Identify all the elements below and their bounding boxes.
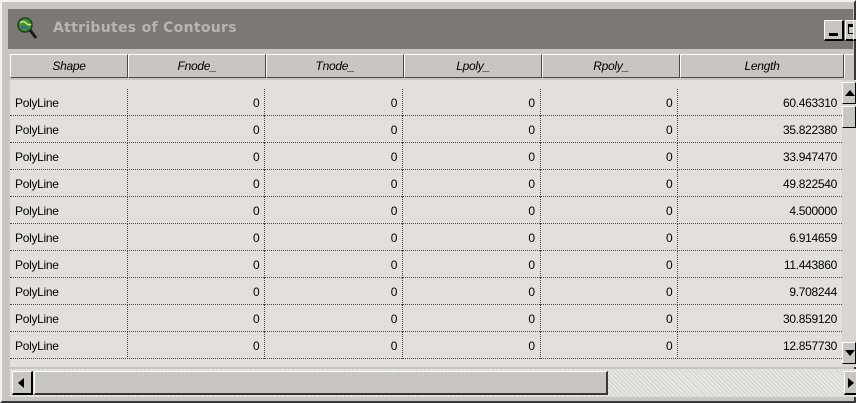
table-cell[interactable]: 0 xyxy=(403,278,541,305)
table-cell[interactable]: 0 xyxy=(541,116,679,143)
table-cell[interactable]: 0 xyxy=(265,89,404,116)
table-cell[interactable]: 0 xyxy=(265,197,404,224)
table-cell[interactable]: 0 xyxy=(128,143,266,170)
column-header[interactable]: Rpoly_ xyxy=(542,54,680,78)
column-header[interactable]: Fnode_ xyxy=(128,54,266,78)
table-cell[interactable]: 0 xyxy=(128,89,266,116)
table-cell[interactable]: 33.947470 xyxy=(678,143,842,170)
column-header[interactable]: Lpoly_ xyxy=(404,54,542,78)
table-cell[interactable]: 0 xyxy=(265,224,404,251)
table-row[interactable]: PolyLine 0 0 0 0 4.500000 xyxy=(10,197,842,224)
arrow-down-icon xyxy=(845,350,855,356)
table-cell[interactable]: 60.463310 xyxy=(678,89,842,116)
table-row[interactable]: PolyLine 0 0 0 0 11.443860 xyxy=(10,251,842,278)
arrow-up-icon xyxy=(845,90,855,96)
vertical-scroll-thumb[interactable] xyxy=(842,106,856,128)
table-cell[interactable]: 4.500000 xyxy=(678,197,842,224)
table-cell[interactable]: PolyLine xyxy=(10,197,128,224)
column-header-row: Shape Fnode_ Tnode_ Lpoly_ Rpoly_ Length xyxy=(10,54,844,78)
table-cell[interactable]: 0 xyxy=(403,332,541,359)
table-cell[interactable]: PolyLine xyxy=(10,332,128,359)
table-cell[interactable]: 11.443860 xyxy=(678,251,842,278)
table-cell[interactable]: 0 xyxy=(403,116,541,143)
table-cell[interactable]: 0 xyxy=(541,251,679,278)
table-cell[interactable]: 0 xyxy=(128,332,266,359)
table-cell[interactable]: 0 xyxy=(265,251,404,278)
table-cell[interactable]: 0 xyxy=(128,116,266,143)
table-cell[interactable]: 12.857730 xyxy=(678,332,842,359)
table-cell[interactable]: PolyLine xyxy=(10,224,128,251)
scroll-up-button[interactable] xyxy=(842,82,856,104)
table-cell[interactable]: 0 xyxy=(128,305,266,332)
column-header[interactable]: Tnode_ xyxy=(266,54,404,78)
horizontal-scrollbar[interactable] xyxy=(10,369,856,397)
arrow-right-icon xyxy=(848,378,854,388)
table-row[interactable]: PolyLine 0 0 0 0 33.947470 xyxy=(10,143,842,170)
table-row[interactable]: PolyLine 0 0 0 0 9.708244 xyxy=(10,278,842,305)
table-cell[interactable]: 0 xyxy=(265,278,404,305)
table-row[interactable]: PolyLine 0 0 0 0 6.914659 xyxy=(10,224,842,251)
table-cell[interactable]: 0 xyxy=(128,224,266,251)
table-cell[interactable]: 0 xyxy=(128,278,266,305)
column-header[interactable]: Length xyxy=(680,54,844,78)
table-cell[interactable]: 30.859120 xyxy=(678,305,842,332)
table-cell[interactable]: 0 xyxy=(128,197,266,224)
table-cell[interactable]: PolyLine xyxy=(10,143,128,170)
table-row[interactable]: PolyLine 0 0 0 0 60.463310 xyxy=(10,89,842,116)
table-cell[interactable]: 0 xyxy=(541,278,679,305)
table-cell[interactable]: 0 xyxy=(403,89,541,116)
table-cell[interactable]: 0 xyxy=(265,170,404,197)
column-header[interactable]: Shape xyxy=(10,54,128,78)
table-row[interactable]: PolyLine 0 0 0 0 30.859120 xyxy=(10,305,842,332)
table-cell[interactable]: 0 xyxy=(541,89,679,116)
scroll-down-button[interactable] xyxy=(842,342,856,364)
table-cell[interactable]: 0 xyxy=(265,116,404,143)
table-cell[interactable]: 35.822380 xyxy=(678,116,842,143)
table-cell[interactable]: 0 xyxy=(541,305,679,332)
table-cell[interactable]: 0 xyxy=(403,251,541,278)
table-cell[interactable]: 0 xyxy=(265,143,404,170)
table-cell[interactable]: 0 xyxy=(403,197,541,224)
table-cell[interactable]: PolyLine xyxy=(10,305,128,332)
table-cell[interactable]: 6.914659 xyxy=(678,224,842,251)
arrow-left-icon xyxy=(18,378,24,388)
table-cell[interactable]: 0 xyxy=(541,332,679,359)
table-cell[interactable]: 0 xyxy=(541,224,679,251)
title-bar[interactable]: Attributes of Contours ✕ xyxy=(8,9,856,49)
table-cell[interactable]: 0 xyxy=(541,143,679,170)
horizontal-scroll-thumb[interactable] xyxy=(34,371,608,395)
table-cell[interactable]: 0 xyxy=(403,305,541,332)
table-row[interactable]: PolyLine 0 0 0 0 49.822540 xyxy=(10,170,842,197)
window-title: Attributes of Contours xyxy=(53,20,237,36)
table-cell[interactable]: PolyLine xyxy=(10,89,128,116)
table-cell[interactable]: 9.708244 xyxy=(678,278,842,305)
scroll-left-button[interactable] xyxy=(12,371,33,395)
table-row[interactable]: PolyLine 0 0 0 0 12.857730 xyxy=(10,332,842,359)
magnifier-globe-icon xyxy=(16,16,38,40)
table-cell[interactable]: PolyLine xyxy=(10,251,128,278)
header-corner xyxy=(844,54,854,78)
minimize-icon xyxy=(829,33,838,36)
table-cell[interactable]: 0 xyxy=(128,251,266,278)
table-cell[interactable]: 49.822540 xyxy=(678,170,842,197)
attribute-grid[interactable]: PolyLine 0 0 0 0 60.463310 PolyLine 0 0 0 0 35.8223… xyxy=(10,80,842,367)
table-cell[interactable]: 0 xyxy=(403,224,541,251)
table-row[interactable]: PolyLine 0 0 0 0 35.822380 xyxy=(10,116,842,143)
table-cell[interactable]: PolyLine xyxy=(10,278,128,305)
table-cell[interactable]: 0 xyxy=(403,170,541,197)
attribute-table-window: Attributes of Contours ✕ ShapeFnode_Tnod… xyxy=(0,0,856,403)
table-cell[interactable]: 0 xyxy=(265,332,404,359)
minimize-button[interactable] xyxy=(824,20,844,41)
table-cell[interactable]: PolyLine xyxy=(10,116,128,143)
table-cell[interactable]: 0 xyxy=(541,170,679,197)
scroll-right-button[interactable] xyxy=(844,371,856,395)
table-cell[interactable]: PolyLine xyxy=(10,170,128,197)
table-cell[interactable]: 0 xyxy=(403,143,541,170)
table-cell[interactable]: 0 xyxy=(265,305,404,332)
table-cell[interactable]: 0 xyxy=(541,197,679,224)
vertical-scrollbar[interactable] xyxy=(842,80,856,367)
table-cell[interactable]: 0 xyxy=(128,170,266,197)
